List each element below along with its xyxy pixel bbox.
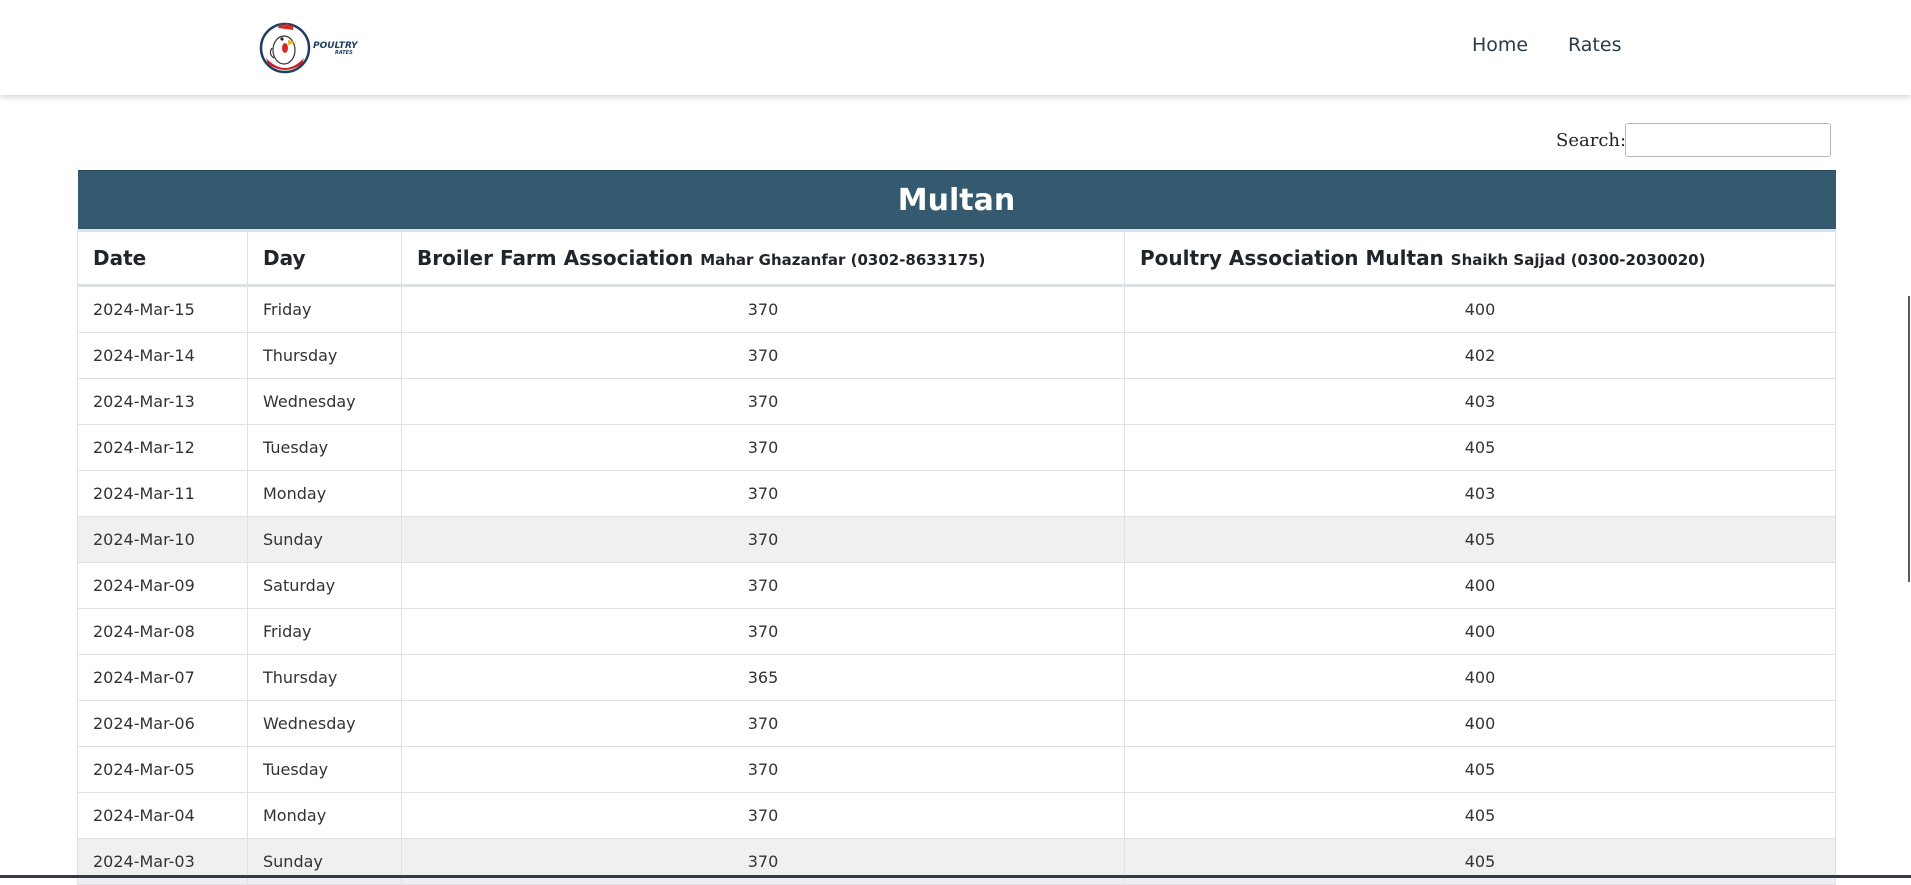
day-cell: Wednesday (247, 700, 402, 747)
broiler-rate-cell: 370 (401, 424, 1125, 471)
date-cell: 2024-Mar-14 (77, 332, 248, 379)
column-header-poultry-label: Poultry Association Multan (1140, 246, 1444, 270)
poultry-rates-logo[interactable]: POULTRY RATES (258, 18, 358, 74)
column-header-day[interactable]: Day (247, 230, 402, 287)
date-cell: 2024-Mar-11 (77, 470, 248, 517)
broiler-rate-cell: 370 (401, 700, 1125, 747)
table-row: 2024-Mar-07 Thursday 365 400 (77, 654, 1836, 701)
date-cell: 2024-Mar-15 (77, 285, 248, 333)
table-row: 2024-Mar-04 Monday 370 405 (77, 792, 1836, 839)
column-header-day-label: Day (263, 246, 306, 270)
broiler-rate-cell: 370 (401, 562, 1125, 609)
poultry-rate-cell: 405 (1124, 792, 1836, 839)
day-cell: Thursday (247, 654, 402, 701)
table-row: 2024-Mar-15 Friday 370 400 (77, 285, 1836, 333)
day-cell: Tuesday (247, 424, 402, 471)
nav-home-link[interactable]: Home (1472, 34, 1528, 56)
table-row: 2024-Mar-06 Wednesday 370 400 (77, 700, 1836, 747)
poultry-rate-cell: 402 (1124, 332, 1836, 379)
broiler-rate-cell: 370 (401, 285, 1125, 333)
date-cell: 2024-Mar-07 (77, 654, 248, 701)
day-cell: Friday (247, 285, 402, 333)
day-cell: Thursday (247, 332, 402, 379)
column-header-broiler[interactable]: Broiler Farm Association Mahar Ghazanfar… (401, 230, 1125, 287)
poultry-rate-cell: 400 (1124, 608, 1836, 655)
day-cell: Monday (247, 792, 402, 839)
broiler-rate-cell: 370 (401, 608, 1125, 655)
broiler-rate-cell: 370 (401, 516, 1125, 563)
poultry-rate-cell: 400 (1124, 285, 1836, 333)
column-header-date[interactable]: Date (77, 230, 248, 287)
column-header-poultry-contact: Shaikh Sajjad (0300-2030020) (1450, 251, 1706, 269)
table-row: 2024-Mar-08 Friday 370 400 (77, 608, 1836, 655)
poultry-rate-cell: 403 (1124, 378, 1836, 425)
table-row: 2024-Mar-09 Saturday 370 400 (77, 562, 1836, 609)
date-cell: 2024-Mar-05 (77, 746, 248, 793)
logo-text: POULTRY RATES (313, 42, 358, 57)
table-row: 2024-Mar-13 Wednesday 370 403 (77, 378, 1836, 425)
broiler-rate-cell: 370 (401, 332, 1125, 379)
date-cell: 2024-Mar-13 (77, 378, 248, 425)
day-cell: Tuesday (247, 746, 402, 793)
date-cell: 2024-Mar-09 (77, 562, 248, 609)
top-navbar: POULTRY RATES Home Rates (0, 0, 1911, 95)
page-scrollbar-thumb[interactable] (1908, 296, 1910, 582)
broiler-rate-cell: 365 (401, 654, 1125, 701)
column-header-date-label: Date (93, 246, 147, 270)
table-row: 2024-Mar-12 Tuesday 370 405 (77, 424, 1836, 471)
poultry-rate-cell: 405 (1124, 516, 1836, 563)
poultry-rate-cell: 405 (1124, 746, 1836, 793)
column-header-poultry[interactable]: Poultry Association Multan Shaikh Sajjad… (1124, 230, 1836, 287)
nav-rates-link[interactable]: Rates (1568, 34, 1621, 56)
poultry-rate-cell: 400 (1124, 700, 1836, 747)
day-cell: Wednesday (247, 378, 402, 425)
broiler-rate-cell: 370 (401, 792, 1125, 839)
broiler-rate-cell: 370 (401, 378, 1125, 425)
rates-table: Multan Date Day Broiler Farm Association… (77, 170, 1836, 885)
date-cell: 2024-Mar-06 (77, 700, 248, 747)
date-cell: 2024-Mar-08 (77, 608, 248, 655)
day-cell: Friday (247, 608, 402, 655)
poultry-rate-cell: 400 (1124, 562, 1836, 609)
table-row: 2024-Mar-10 Sunday 370 405 (77, 516, 1836, 563)
poultry-rate-cell: 403 (1124, 470, 1836, 517)
table-row: 2024-Mar-14 Thursday 370 402 (77, 332, 1836, 379)
search-input[interactable] (1625, 123, 1831, 157)
date-cell: 2024-Mar-12 (77, 424, 248, 471)
date-cell: 2024-Mar-04 (77, 792, 248, 839)
column-header-broiler-contact: Mahar Ghazanfar (0302-8633175) (700, 251, 986, 269)
broiler-rate-cell: 370 (401, 746, 1125, 793)
city-title: Multan (77, 170, 1836, 232)
poultry-rate-cell: 400 (1124, 654, 1836, 701)
table-row: 2024-Mar-05 Tuesday 370 405 (77, 746, 1836, 793)
poultry-rate-cell: 405 (1124, 424, 1836, 471)
search-label: Search: (1556, 130, 1627, 151)
table-header-row: Date Day Broiler Farm Association Mahar … (77, 230, 1836, 287)
day-cell: Saturday (247, 562, 402, 609)
day-cell: Monday (247, 470, 402, 517)
day-cell: Sunday (247, 516, 402, 563)
broiler-rate-cell: 370 (401, 470, 1125, 517)
date-cell: 2024-Mar-10 (77, 516, 248, 563)
rates-table-container: Multan Date Day Broiler Farm Association… (77, 170, 1836, 885)
column-header-broiler-label: Broiler Farm Association (417, 246, 694, 270)
table-row: 2024-Mar-11 Monday 370 403 (77, 470, 1836, 517)
table-title-row: Multan (77, 170, 1836, 232)
